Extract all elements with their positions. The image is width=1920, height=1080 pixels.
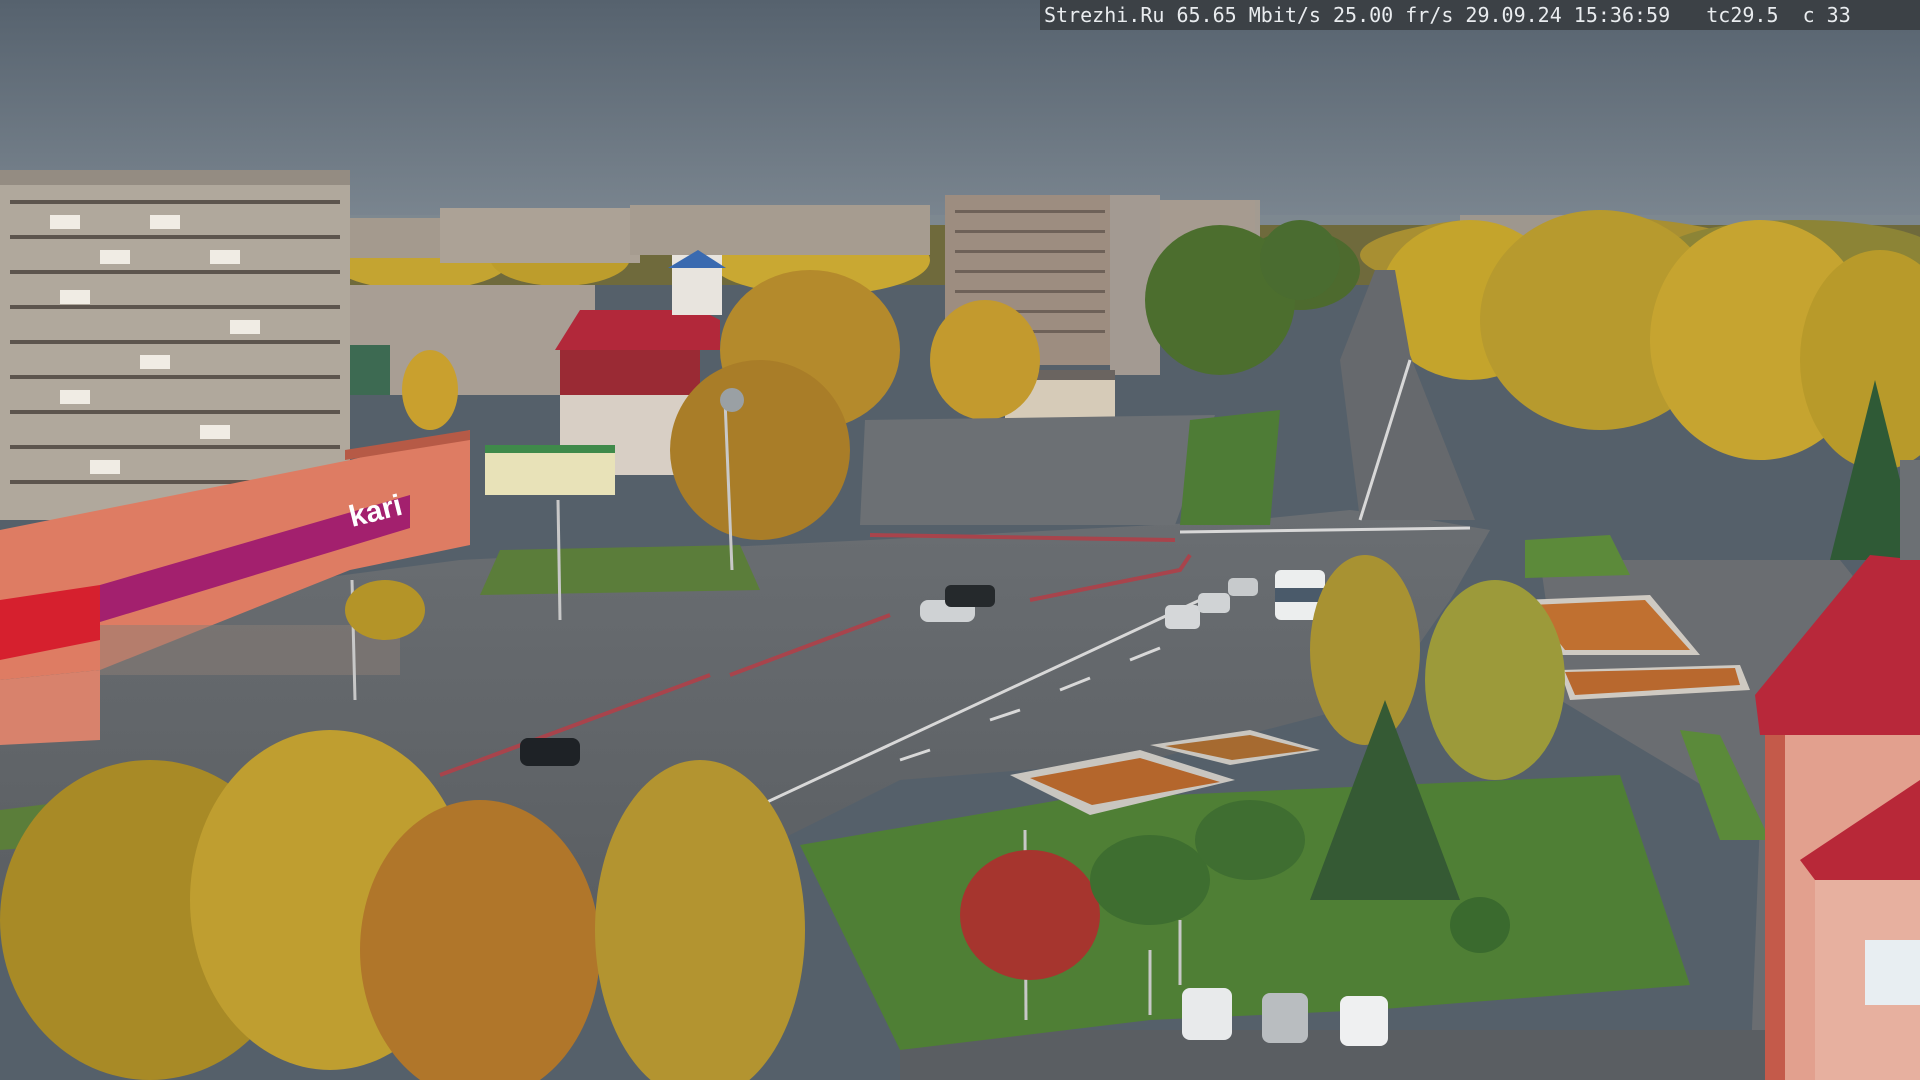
lamp-head	[720, 388, 744, 412]
lawn-roundabout	[1525, 535, 1630, 578]
parking-square	[860, 415, 1215, 525]
apartment-block-left	[0, 170, 350, 520]
camera-overlay-text: Strezhi.Ru 65.65 Mbit/s 25.00 fr/s 29.09…	[1040, 0, 1920, 30]
lawn-plaza	[480, 545, 760, 595]
webcam-view: kari	[0, 0, 1920, 1080]
bottom-parking	[900, 1030, 1770, 1080]
lawn-median	[1180, 410, 1280, 525]
